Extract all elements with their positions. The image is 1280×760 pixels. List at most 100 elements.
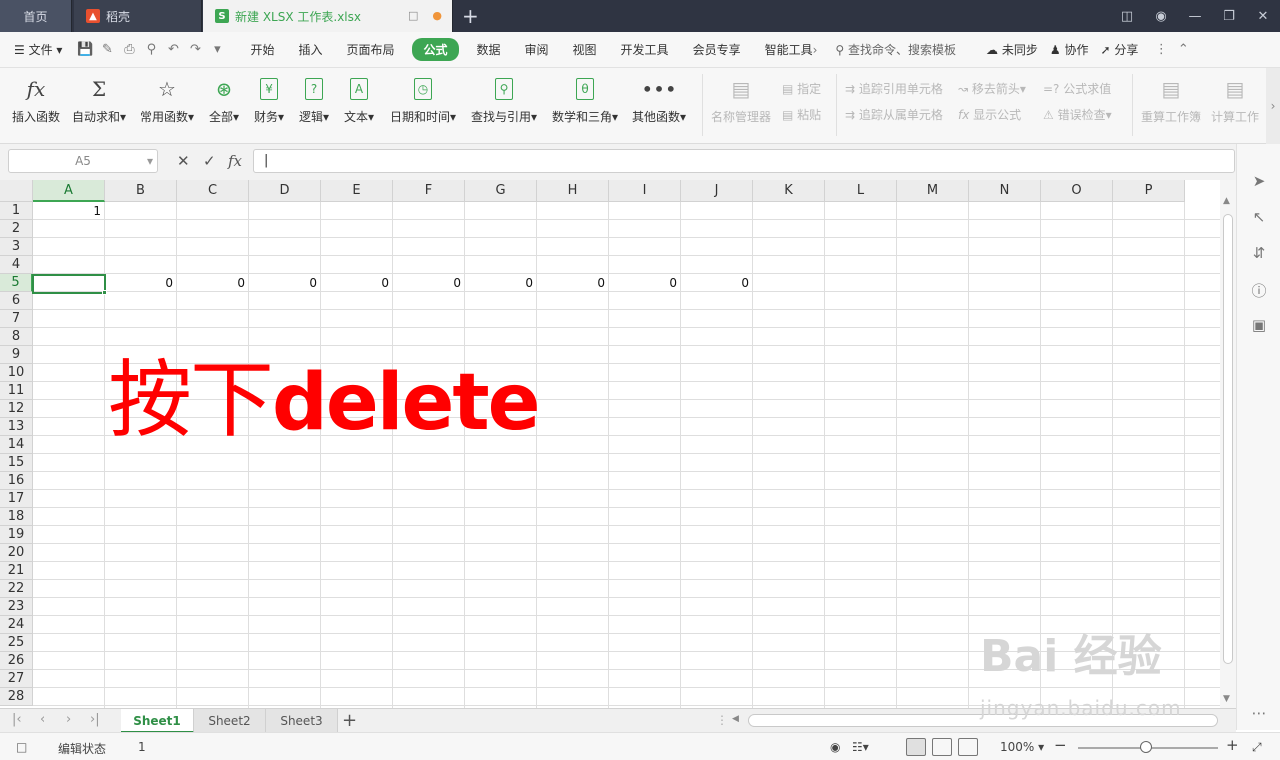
scroll-left-icon[interactable]: ◀ (732, 714, 739, 724)
more-options-icon[interactable]: ⋮ (1150, 42, 1172, 57)
row-header-21[interactable]: 21 (0, 562, 33, 580)
row-header-28[interactable]: 28 (0, 688, 33, 706)
cell-j5[interactable]: 0 (681, 276, 749, 290)
row-header-4[interactable]: 4 (0, 256, 33, 274)
macro-record-icon[interactable]: □ (16, 740, 27, 754)
column-header-d[interactable]: D (249, 180, 321, 202)
select-all-corner[interactable] (0, 180, 33, 202)
workspace-icon[interactable]: ◫ (1110, 9, 1144, 24)
cell-d5[interactable]: 0 (249, 276, 317, 290)
column-header-e[interactable]: E (321, 180, 393, 202)
row-header-10[interactable]: 10 (0, 364, 33, 382)
calc-sheet-button[interactable]: ▤ 计算工作 (1211, 76, 1259, 125)
row-header-3[interactable]: 3 (0, 238, 33, 256)
prev-sheet-icon[interactable]: ‹ (40, 712, 45, 727)
print-icon[interactable]: ⎙ (118, 42, 140, 57)
row-header-1[interactable]: 1 (0, 202, 33, 220)
cell-a1[interactable]: 1 (33, 204, 101, 218)
column-header-j[interactable]: J (681, 180, 753, 202)
sync-button[interactable]: ☁ 未同步 (980, 41, 1044, 58)
cell-h5[interactable]: 0 (537, 276, 605, 290)
lookup-button[interactable]: ⚲ 查找与引用▾ (471, 76, 537, 125)
column-header-p[interactable]: P (1113, 180, 1185, 202)
trace-dependents-button[interactable]: ⇉ 追踪从属单元格 (845, 106, 943, 123)
rocket-icon[interactable]: ➤ (1249, 172, 1269, 192)
cell-f5[interactable]: 0 (393, 276, 461, 290)
page-break-view-button[interactable] (958, 738, 978, 756)
tab-daoke[interactable]: ▲ 稻壳 (74, 0, 202, 32)
other-functions-button[interactable]: ••• 其他函数▾ (632, 76, 686, 125)
autosum-button[interactable]: Σ 自动求和▾ (72, 76, 126, 125)
menu-formula[interactable]: 公式 (412, 38, 459, 61)
active-cell-a5[interactable] (32, 274, 106, 294)
row-header-26[interactable]: 26 (0, 652, 33, 670)
print-preview-icon[interactable]: ⚲ (140, 42, 162, 57)
formula-input[interactable]: | (253, 149, 1235, 173)
fill-handle[interactable] (102, 290, 107, 295)
sheet-tab-2[interactable]: Sheet2 (194, 709, 266, 733)
collapse-ribbon-icon[interactable]: ⌃ (1172, 42, 1194, 57)
sheet-tab-3[interactable]: Sheet3 (266, 709, 338, 733)
zoom-level[interactable]: 100% ▾ (1000, 740, 1044, 754)
file-menu[interactable]: ☰ 文件 ▾ (0, 41, 74, 58)
window-mode-icon[interactable]: □ (408, 9, 418, 22)
cell-b5[interactable]: 0 (105, 276, 173, 290)
column-header-i[interactable]: I (609, 180, 681, 202)
column-header-m[interactable]: M (897, 180, 969, 202)
define-name-button[interactable]: ▤ 指定 (782, 80, 821, 97)
zoom-out-button[interactable]: − (1054, 736, 1067, 754)
menu-page-layout[interactable]: 页面布局 (334, 41, 406, 58)
row-header-17[interactable]: 17 (0, 490, 33, 508)
row-header-12[interactable]: 12 (0, 400, 33, 418)
next-sheet-icon[interactable]: › (66, 712, 71, 727)
row-header-22[interactable]: 22 (0, 580, 33, 598)
column-header-o[interactable]: O (1041, 180, 1113, 202)
more-icon[interactable]: ⋯ (1249, 704, 1269, 724)
cancel-icon[interactable]: ✕ (177, 152, 190, 170)
show-formulas-button[interactable]: fx 显示公式 (958, 106, 1021, 123)
row-header-27[interactable]: 27 (0, 670, 33, 688)
row-header-8[interactable]: 8 (0, 328, 33, 346)
menu-member[interactable]: 会员专享 (681, 41, 753, 58)
row-header-9[interactable]: 9 (0, 346, 33, 364)
row-header-13[interactable]: 13 (0, 418, 33, 436)
cell-e5[interactable]: 0 (321, 276, 389, 290)
help-icon[interactable]: ⓘ (1249, 280, 1269, 300)
all-functions-button[interactable]: ⊛ 全部▾ (209, 76, 239, 125)
fullscreen-icon[interactable]: ⤢ (1252, 740, 1262, 755)
menu-start[interactable]: 开始 (238, 41, 286, 58)
menu-developer[interactable]: 开发工具 (609, 41, 681, 58)
share-button[interactable]: ➚ 分享 (1094, 41, 1144, 58)
eye-protection-icon[interactable]: ◉ (830, 740, 840, 754)
column-header-k[interactable]: K (753, 180, 825, 202)
datetime-button[interactable]: ◷ 日期和时间▾ (390, 76, 456, 125)
row-header-11[interactable]: 11 (0, 382, 33, 400)
redo-icon[interactable]: ↷ (184, 42, 206, 57)
close-button[interactable]: ✕ (1246, 9, 1280, 24)
column-header-g[interactable]: G (465, 180, 537, 202)
command-search[interactable]: ⚲ 查找命令、搜索模板 (825, 41, 966, 58)
minimize-button[interactable]: — (1178, 9, 1212, 24)
name-manager-button[interactable]: ▤ 名称管理器 (711, 76, 771, 125)
add-sheet-button[interactable]: + (342, 710, 357, 731)
normal-view-button[interactable] (906, 738, 926, 756)
cell-i5[interactable]: 0 (609, 276, 677, 290)
error-check-button[interactable]: ⚠ 错误检查▾ (1043, 106, 1112, 123)
zoom-in-button[interactable]: + (1226, 736, 1239, 754)
scroll-down-icon[interactable]: ▼ (1223, 694, 1230, 704)
display-settings-icon[interactable]: ☷▾ (852, 740, 869, 754)
insert-function-button[interactable]: fx 插入函数 (12, 76, 60, 125)
ribbon-scroll-right-icon[interactable]: › (1266, 68, 1280, 144)
tab-home[interactable]: 首页 (0, 0, 72, 32)
column-header-b[interactable]: B (105, 180, 177, 202)
zoom-slider-knob[interactable] (1140, 741, 1152, 753)
row-header-7[interactable]: 7 (0, 310, 33, 328)
menu-insert[interactable]: 插入 (286, 41, 334, 58)
menu-data[interactable]: 数据 (465, 41, 513, 58)
text-button[interactable]: A 文本▾ (344, 76, 374, 125)
finance-button[interactable]: ¥ 财务▾ (254, 76, 284, 125)
scroll-up-icon[interactable]: ▲ (1223, 196, 1230, 206)
avatar[interactable]: ◉ (1144, 9, 1178, 24)
cell-c5[interactable]: 0 (177, 276, 245, 290)
column-header-n[interactable]: N (969, 180, 1041, 202)
